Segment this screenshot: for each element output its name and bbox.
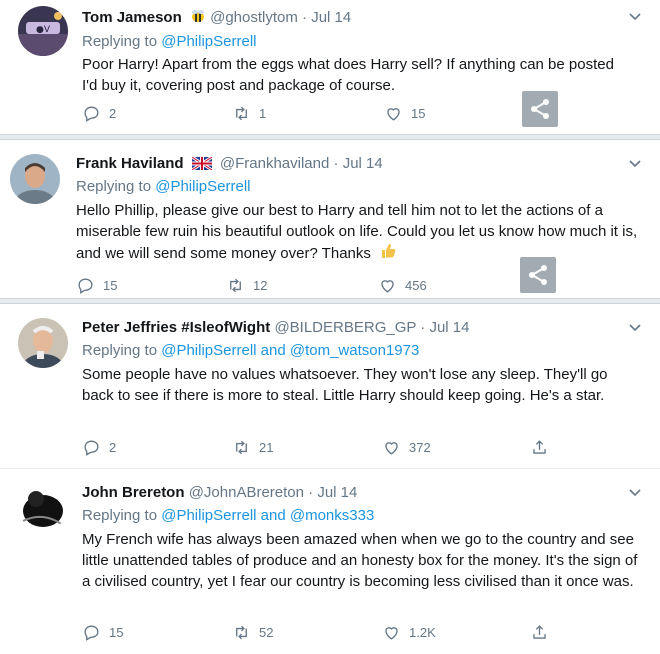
author-name[interactable]: Tom Jameson <box>82 9 182 26</box>
tweet-4[interactable]: John Brereton @JohnABrereton · Jul 14 Re… <box>0 469 660 654</box>
like-count: 1.2K <box>409 625 436 640</box>
like-count: 15 <box>411 106 426 121</box>
bee-emoji-icon <box>190 8 206 30</box>
share-icon <box>533 625 546 639</box>
author-handle[interactable]: @JohnABrereton <box>189 484 304 501</box>
tweet-text: Poor Harry! Apart from the eggs what doe… <box>82 56 614 94</box>
share-icon <box>533 440 546 454</box>
avatar[interactable]: ●V <box>18 6 68 56</box>
author-handle[interactable]: @BILDERBERG_GP <box>274 319 416 336</box>
replying-label: Replying to <box>76 178 152 195</box>
like-count: 456 <box>405 278 427 293</box>
reply-mention-2[interactable]: @monks333 <box>290 507 374 524</box>
share-icon <box>531 99 549 119</box>
chevron-down-icon[interactable] <box>628 486 642 501</box>
replying-label: Replying to <box>82 342 158 359</box>
heart-icon <box>387 108 400 121</box>
tweet-1[interactable]: ●V Tom Jameson @ghostlytom · Jul 14 Repl… <box>0 0 660 134</box>
reply-and: and <box>260 342 286 359</box>
reply-count: 2 <box>109 106 117 121</box>
avatar[interactable] <box>10 154 60 204</box>
separator-dot: · <box>420 319 426 336</box>
reply-button[interactable]: 15 <box>82 623 123 642</box>
tweet-3[interactable]: Peter Jeffries #IsleofWight @BILDERBERG_… <box>0 304 660 466</box>
share-button[interactable] <box>530 623 549 642</box>
share-button[interactable] <box>520 257 556 293</box>
retweet-button[interactable]: 1 <box>232 104 266 123</box>
author-handle[interactable]: @ghostlytom <box>210 9 298 26</box>
retweet-icon <box>236 440 247 455</box>
chevron-down-icon[interactable] <box>628 157 642 172</box>
uk-flag-icon <box>190 155 213 176</box>
tweet-2[interactable]: Frank Haviland @Frankhaviland · Jul 14 R… <box>0 140 660 298</box>
retweet-button[interactable]: 21 <box>232 438 273 457</box>
reply-icon <box>84 625 99 641</box>
separator-dot: · <box>308 484 314 501</box>
separator-dot: · <box>333 155 339 172</box>
author-name[interactable]: Peter Jeffries #IsleofWight <box>82 319 270 336</box>
heart-icon <box>381 280 394 293</box>
replying-label: Replying to <box>82 33 158 50</box>
retweet-button[interactable]: 52 <box>232 623 273 642</box>
reply-count: 15 <box>103 278 118 293</box>
like-button[interactable]: 456 <box>378 276 427 295</box>
reply-icon <box>84 440 99 456</box>
tweet-date[interactable]: Jul 14 <box>317 484 357 501</box>
tweet-text: My French wife has always been amazed wh… <box>82 531 638 590</box>
tweet-date[interactable]: Jul 14 <box>429 319 469 336</box>
retweet-count: 12 <box>253 278 268 293</box>
reply-mention-2[interactable]: @tom_watson1973 <box>290 342 419 359</box>
separator-dot: · <box>302 9 308 26</box>
author-handle[interactable]: @Frankhaviland <box>220 155 329 172</box>
retweet-icon <box>236 625 247 640</box>
retweet-count: 21 <box>259 440 274 455</box>
tweet-date[interactable]: Jul 14 <box>343 155 383 172</box>
heart-icon <box>385 442 398 455</box>
like-button[interactable]: 372 <box>382 438 431 457</box>
reply-icon <box>84 106 99 122</box>
retweet-button[interactable]: 12 <box>226 276 267 295</box>
retweet-count: 1 <box>259 106 267 121</box>
reply-mention[interactable]: @PhilipSerrell <box>161 342 256 359</box>
chevron-down-icon[interactable] <box>628 321 642 336</box>
reply-mention[interactable]: @PhilipSerrell <box>155 178 250 195</box>
svg-text:●V: ●V <box>36 25 51 35</box>
replying-label: Replying to <box>82 507 158 524</box>
share-button[interactable] <box>530 438 549 457</box>
tweet-text: Some people have no values whatsoever. T… <box>82 366 608 404</box>
reply-count: 15 <box>109 625 124 640</box>
retweet-icon <box>230 278 241 293</box>
heart-icon <box>385 627 398 640</box>
reply-mention[interactable]: @PhilipSerrell <box>161 507 256 524</box>
reply-button[interactable]: 2 <box>82 438 116 457</box>
share-button[interactable] <box>522 91 558 127</box>
like-button[interactable]: 15 <box>384 104 425 123</box>
tweet-text: Hello Phillip, please give our best to H… <box>76 202 638 262</box>
author-name[interactable]: Frank Haviland <box>76 155 184 172</box>
reply-mention[interactable]: @PhilipSerrell <box>161 33 256 50</box>
reply-button[interactable]: 15 <box>76 276 117 295</box>
avatar[interactable] <box>18 318 68 368</box>
tweet-date[interactable]: Jul 14 <box>311 9 351 26</box>
retweet-count: 52 <box>259 625 274 640</box>
reply-and: and <box>260 507 286 524</box>
like-button[interactable]: 1.2K <box>382 623 436 642</box>
reply-icon <box>78 278 93 294</box>
thumbs-up-emoji-icon <box>379 242 397 266</box>
author-name[interactable]: John Brereton <box>82 484 185 501</box>
chevron-down-icon[interactable] <box>628 10 642 25</box>
avatar[interactable] <box>18 481 68 531</box>
share-icon <box>529 265 547 285</box>
retweet-icon <box>236 106 247 121</box>
reply-button[interactable]: 2 <box>82 104 116 123</box>
reply-count: 2 <box>109 440 117 455</box>
like-count: 372 <box>409 440 431 455</box>
